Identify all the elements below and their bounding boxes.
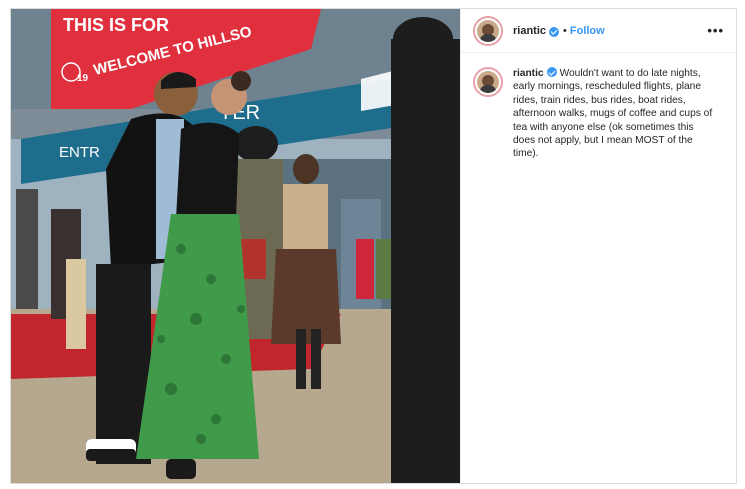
banner-top-text: THIS IS FOR — [63, 15, 169, 35]
avatar[interactable] — [473, 15, 503, 46]
banner-badge: 19 — [77, 73, 89, 84]
caption-profile-picture — [477, 71, 499, 93]
post-side-panel: riantic • Follow ••• riantic Wouldn't wan… — [460, 9, 736, 483]
follow-button[interactable]: Follow — [570, 25, 605, 37]
caption-verified-badge-icon — [546, 67, 557, 77]
caption-comment: riantic Wouldn't want to do late nights, … — [461, 53, 736, 161]
caption-avatar[interactable] — [473, 67, 503, 97]
sign-left-text: ENTR — [59, 144, 100, 161]
caption-username[interactable]: riantic — [513, 68, 544, 79]
profile-picture — [477, 19, 499, 42]
more-options-icon[interactable]: ••• — [707, 23, 724, 38]
separator-dot: • — [563, 24, 567, 37]
header-username[interactable]: riantic — [513, 25, 546, 37]
photo-illustration: THIS IS FOR 19 WELCOME TO HILLSO ENTR YE… — [11, 9, 460, 483]
verified-badge-icon — [549, 26, 560, 37]
instagram-post: THIS IS FOR 19 WELCOME TO HILLSO ENTR YE… — [10, 8, 737, 484]
post-photo[interactable]: THIS IS FOR 19 WELCOME TO HILLSO ENTR YE… — [11, 9, 460, 483]
post-header: riantic • Follow ••• — [461, 9, 736, 53]
caption-text: Wouldn't want to do late nights, early m… — [513, 68, 713, 160]
caption-text-block: riantic Wouldn't want to do late nights, … — [513, 66, 718, 161]
